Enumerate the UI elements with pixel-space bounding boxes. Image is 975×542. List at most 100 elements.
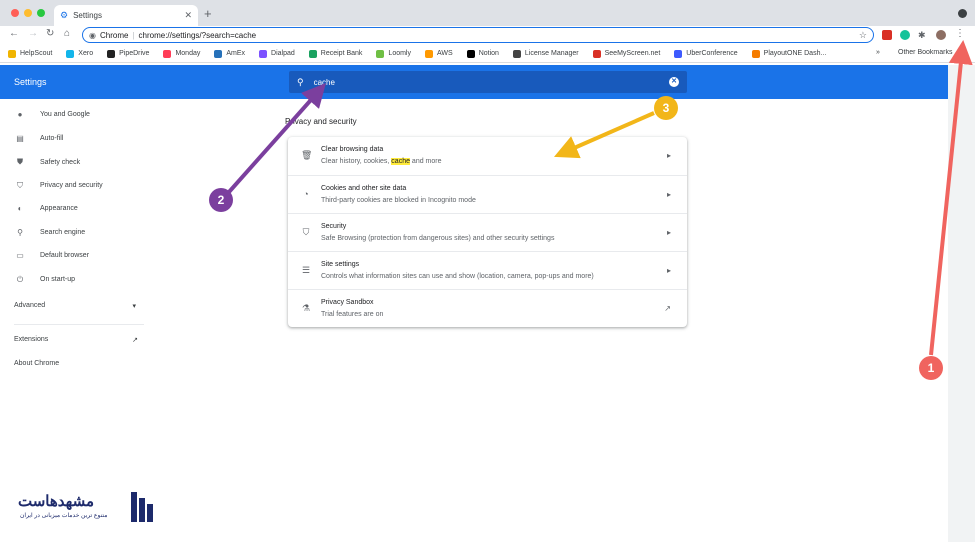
bookmark-item[interactable]: Dialpad: [259, 49, 295, 58]
search-input[interactable]: cache: [314, 78, 669, 87]
advanced-label: Advanced: [14, 302, 46, 309]
row-subtitle: Controls what information sites can use …: [321, 273, 594, 280]
minimize-window-button[interactable]: [24, 9, 32, 17]
logo-text: مشهدهاست: [18, 493, 94, 510]
logo-mark-icon: [131, 492, 153, 522]
close-tab-icon[interactable]: ✕: [184, 10, 192, 21]
sidebar-item-search-engine[interactable]: ⚲ Search engine: [14, 228, 85, 237]
new-tab-button[interactable]: +: [204, 6, 212, 21]
address-bar[interactable]: ◉ Chrome | chrome://settings/?search=cac…: [82, 27, 874, 43]
bookmark-label: PipeDrive: [119, 50, 150, 57]
forward-button[interactable]: →: [28, 28, 38, 39]
url-text[interactable]: chrome://settings/?search=cache: [139, 31, 859, 40]
chevron-right-icon: ▸: [666, 228, 671, 237]
scrollbar-area: [948, 65, 975, 542]
back-button[interactable]: ←: [9, 28, 19, 39]
row-subtitle: Third-party cookies are blocked in Incog…: [321, 197, 476, 204]
row-subtitle: Safe Browsing (protection from dangerous…: [321, 235, 555, 242]
sidebar-item-label: Search engine: [40, 228, 86, 236]
grammarly-icon[interactable]: [900, 30, 910, 40]
settings-row-cookies-and-other-site-data[interactable]: ◔ Cookies and other site data Third-party …: [288, 175, 687, 213]
bookmark-item[interactable]: Notion: [466, 49, 499, 58]
bookmark-item[interactable]: SeeMyScreen.net: [592, 49, 661, 58]
settings-row-site-settings[interactable]: ☰ Site settings Controls what information …: [288, 251, 687, 289]
avatar[interactable]: [936, 30, 946, 40]
bookmark-label: HelpScout: [20, 50, 53, 57]
row-title: Privacy Sandbox: [321, 299, 374, 306]
sidebar-item-default-browser[interactable]: ▭ Default browser: [14, 251, 89, 260]
row-subtitle-before: Clear history, cookies,: [321, 158, 392, 165]
tab-search-icon[interactable]: [958, 9, 967, 18]
tab-strip: ⚙ Settings ✕ +: [0, 0, 975, 26]
bookmark-star-icon[interactable]: ☆: [859, 30, 867, 41]
page-title: Settings: [14, 77, 47, 87]
sidebar-item-extensions[interactable]: Extensions ↗: [14, 336, 138, 344]
bookmarks-overflow-button[interactable]: »: [876, 49, 880, 56]
maximize-window-button[interactable]: [37, 9, 45, 17]
sidebar-item-label: Default browser: [40, 252, 90, 259]
chrome-site-icon: ◉: [89, 30, 96, 40]
settings-row-security[interactable]: ⛉ Security Safe Browsing (protection from …: [288, 213, 687, 251]
sidebar-item-auto-fill[interactable]: ▤ Auto-fill: [14, 134, 63, 143]
chrome-menu-icon[interactable]: ⋮: [955, 28, 965, 39]
cookie-icon: ◔: [303, 189, 309, 199]
settings-main: Privacy and security 🗑 Clear browsing dat…: [148, 99, 948, 542]
bookmark-favicon-icon: [592, 49, 601, 58]
toolbar: ← → ↻ ⌂ ◉ Chrome | chrome://settings/?se…: [0, 26, 975, 44]
sidebar-item-about[interactable]: About Chrome: [14, 360, 59, 367]
bookmark-label: SeeMyScreen.net: [604, 50, 661, 57]
sidebar-item-privacy-and-security[interactable]: ⛉ Privacy and security: [14, 181, 103, 191]
settings-row-clear-browsing-data[interactable]: 🗑 Clear browsing data Clear history, cooki…: [288, 137, 687, 175]
bookmark-item[interactable]: Loomly: [376, 49, 411, 58]
chevron-right-icon: ▸: [666, 266, 671, 275]
extension-red-icon[interactable]: [882, 30, 892, 40]
bookmark-item[interactable]: PipeDrive: [107, 49, 150, 58]
bookmark-item[interactable]: AmEx: [214, 49, 245, 58]
sidebar-item-label: You and Google: [40, 111, 90, 118]
bookmark-item[interactable]: HelpScout: [8, 49, 53, 58]
chevron-right-icon: ▸: [666, 190, 671, 199]
bookmark-item[interactable]: License Manager: [512, 49, 579, 58]
bookmark-favicon-icon: [674, 49, 683, 58]
bookmark-item[interactable]: PlayoutONE Dash...: [751, 49, 827, 58]
home-button[interactable]: ⌂: [64, 28, 70, 39]
bookmarks-bar: HelpScout Xero PipeDrive Monday AmEx Dialpad R…: [0, 45, 975, 63]
other-bookmarks-folder[interactable]: Other Bookmarks: [898, 49, 958, 56]
bookmark-favicon-icon: [214, 49, 223, 58]
settings-header: Settings ⚲ cache ✕: [0, 65, 948, 99]
row-title: Security: [321, 223, 347, 230]
advanced-toggle[interactable]: Advanced ▾: [14, 302, 136, 310]
browser-icon: ▭: [16, 251, 24, 260]
bookmark-label: PlayoutONE Dash...: [763, 50, 827, 57]
sidebar-item-safety-check[interactable]: ⛊ Safety check: [14, 157, 80, 167]
bookmark-item[interactable]: Monday: [163, 49, 200, 58]
bookmark-item[interactable]: AWS: [425, 49, 453, 58]
sidebar-item-on-start-up[interactable]: ⏻ On start-up: [14, 275, 75, 285]
sidebar-item-label: Safety check: [40, 158, 81, 166]
bookmark-label: Dialpad: [271, 50, 295, 57]
reload-button[interactable]: ↻: [46, 28, 54, 39]
close-window-button[interactable]: [11, 9, 19, 17]
bookmark-favicon-icon: [466, 49, 475, 58]
settings-row-privacy-sandbox[interactable]: ⚗ Privacy Sandbox Trial features are on ↗: [288, 289, 687, 327]
sidebar-divider: [14, 324, 144, 325]
bookmark-item[interactable]: Receipt Bank: [308, 49, 362, 58]
bookmark-favicon-icon: [425, 49, 433, 58]
puzzle-icon[interactable]: ✱: [918, 30, 928, 40]
trash-icon: 🗑: [301, 150, 313, 160]
chevron-right-icon: ▸: [666, 151, 671, 160]
shield-check-icon: ⛊: [17, 157, 23, 166]
omnibox-separator: |: [132, 30, 135, 40]
security-shield-icon: ⛉: [302, 227, 310, 237]
annotation-badge-2: 2: [209, 188, 233, 212]
annotation-badge-3: 3: [654, 96, 678, 120]
extensions-label: Extensions: [14, 336, 49, 343]
clipboard-icon: ▤: [16, 133, 24, 143]
settings-search[interactable]: ⚲ cache ✕: [289, 71, 687, 93]
bookmark-item[interactable]: Xero: [66, 49, 93, 58]
sidebar-item-you-and-google[interactable]: ● You and Google: [14, 110, 90, 119]
sidebar-item-appearance[interactable]: ◐ Appearance: [14, 204, 78, 213]
tab-settings[interactable]: ⚙ Settings ✕: [54, 5, 198, 26]
clear-search-icon[interactable]: ✕: [669, 77, 679, 87]
bookmark-item[interactable]: UberConference: [674, 49, 738, 58]
